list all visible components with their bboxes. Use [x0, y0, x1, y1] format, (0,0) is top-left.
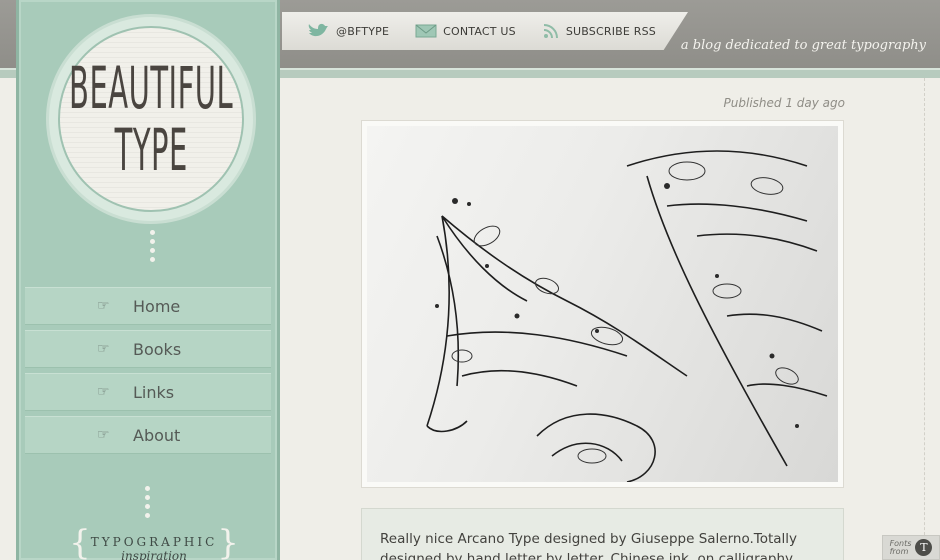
twitter-bird-icon [308, 23, 328, 37]
sidebar-item-label: Links [133, 382, 175, 402]
inspiration-subtitle: inspiration [121, 549, 187, 560]
logo-badge: BEAUTIFUL TYPE [58, 26, 244, 212]
sidebar-item-label: Home [133, 296, 181, 316]
sidebar-item-links[interactable]: ☞ Links [25, 373, 271, 411]
inspiration-title: TYPOGRAPHIC [90, 535, 218, 549]
dots-divider-top [150, 230, 156, 262]
rss-link[interactable]: SUBSCRIBE RSS [542, 22, 656, 40]
rss-link-label: SUBSCRIBE RSS [565, 24, 656, 38]
site-tagline: a blog dedicated to great typography [680, 38, 926, 53]
post-image[interactable] [367, 126, 838, 482]
twitter-link[interactable]: @BFTYPE [306, 21, 389, 41]
fonts-from-badge[interactable]: Fonts from T [882, 535, 940, 560]
fonts-badge-text: Fonts from [889, 539, 912, 556]
sidebar-item-label: About [133, 425, 181, 445]
sidebar: BEAUTIFUL TYPE ☞ Home ☞ Books ☞ Links ☞ … [16, 0, 280, 560]
sidebar-item-label: Books [133, 339, 182, 359]
pointing-hand-icon: ☞ [97, 341, 110, 357]
site-logo[interactable]: BEAUTIFUL TYPE [46, 14, 256, 224]
pointing-hand-icon: ☞ [97, 298, 110, 314]
contact-link-label: CONTACT US [443, 24, 516, 38]
sidebar-item-books[interactable]: ☞ Books [25, 330, 271, 368]
calligraphy-illustration [426, 150, 828, 482]
post-excerpt: Really nice Arcano Type designed by Gius… [361, 508, 844, 560]
post-published-date: Published 1 day ago [723, 96, 845, 110]
nav-ribbon: @BFTYPE CONTACT US SUBSCRIBE RSS [282, 12, 688, 50]
twitter-link-label: @BFTYPE [336, 24, 390, 38]
sidebar-item-home[interactable]: ☞ Home [25, 287, 271, 325]
fonts-badge-line-2: from [889, 546, 909, 556]
logo-line-2: TYPE [114, 116, 188, 184]
post-image-frame [361, 120, 844, 488]
content-border [924, 78, 925, 560]
typographic-inspiration-heading: { TYPOGRAPHIC inspiration } [69, 523, 239, 560]
right-brace: } [217, 523, 239, 560]
contact-link[interactable]: CONTACT US [415, 23, 516, 39]
pointing-hand-icon: ☞ [97, 384, 110, 400]
envelope-icon [415, 24, 437, 38]
post-body: Really nice Arcano Type designed by Gius… [380, 531, 798, 560]
sidebar-menu: ☞ Home ☞ Books ☞ Links ☞ About [25, 287, 271, 459]
sidebar-item-about[interactable]: ☞ About [25, 416, 271, 454]
typekit-logo-icon: T [915, 539, 933, 556]
pointing-hand-icon: ☞ [97, 427, 110, 443]
rss-icon [543, 24, 558, 39]
logo-line-1: BEAUTIFUL [68, 54, 234, 122]
left-brace: { [69, 523, 91, 560]
dots-divider-bottom [145, 486, 151, 518]
